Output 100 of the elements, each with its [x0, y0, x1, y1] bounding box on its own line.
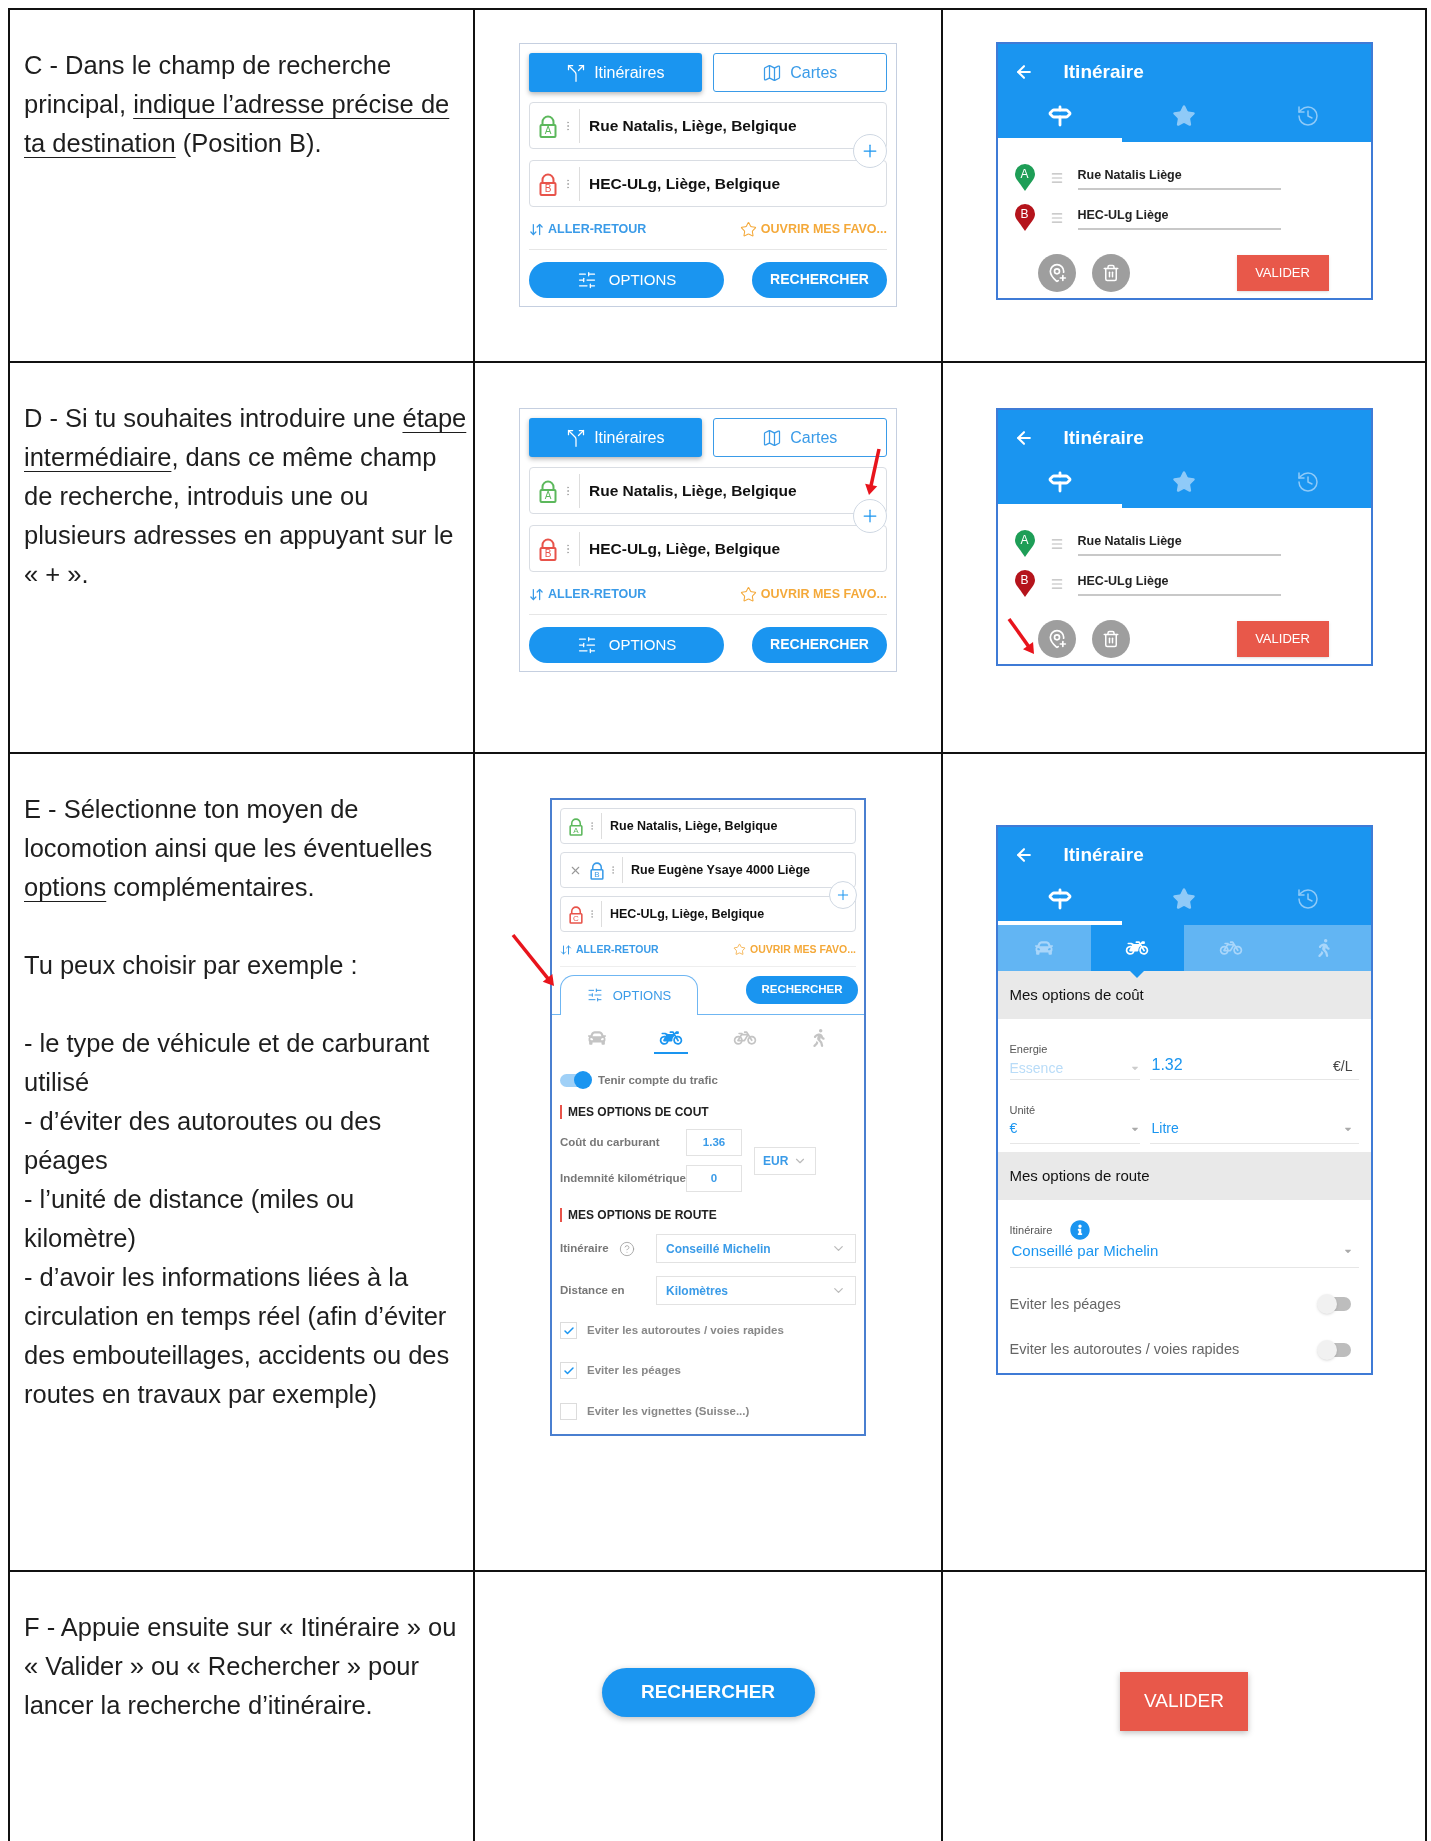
mode-tab[interactable]: Cartes [712, 418, 887, 457]
search-button[interactable]: RECHERCHER [752, 261, 887, 298]
pin-letter: B [1019, 573, 1030, 587]
route-select[interactable]: Conseillé Michelin [656, 1234, 856, 1263]
address-field[interactable]: C HEC-ULg, Liège, Belgique [560, 896, 856, 932]
check-icon [562, 1364, 575, 1377]
add-stop-button[interactable] [1037, 620, 1076, 658]
toggle-switch[interactable] [560, 1073, 590, 1087]
route-select[interactable]: Conseillé par Michelin [1009, 1240, 1359, 1268]
round-trip-link[interactable]: ALLER-RETOUR [529, 585, 647, 604]
address-field[interactable]: HEC-ULg Liège [1077, 572, 1281, 596]
screen-title: Itinéraire [1063, 842, 1144, 867]
mode-tab[interactable]: Itinéraires [529, 418, 702, 457]
address-field[interactable]: Rue Natalis Liège [1077, 166, 1281, 190]
motorcycle-icon [1125, 939, 1150, 957]
field-label: Coût du carburant [560, 1134, 661, 1150]
bicycle-icon [1218, 939, 1243, 957]
checkbox[interactable] [560, 1402, 577, 1420]
address-field[interactable]: A Rue Natalis, Liège, Belgique [560, 808, 856, 844]
star-icon [1172, 887, 1196, 911]
checkbox-label: Eviter les autoroutes / voies rapides [587, 1323, 784, 1338]
round-trip-link[interactable]: ALLER-RETOUR [560, 942, 659, 958]
section-heading: Mes options de coût [997, 971, 1371, 1019]
history-icon [1296, 887, 1321, 911]
field-label: Indemnité kilométrique [560, 1170, 686, 1186]
list-item-text: - d’éviter des autoroutes ou des péages [24, 1106, 383, 1176]
pin-letter: A [572, 825, 580, 835]
info-icon[interactable] [1070, 1220, 1091, 1240]
address-text: HEC-ULg, Liège, Belgique [589, 538, 781, 559]
address-text: HEC-ULg, Liège, Belgique [589, 173, 781, 194]
validate-button[interactable]: VALIDER [1236, 255, 1329, 291]
mode-tab[interactable]: Cartes [712, 53, 887, 92]
checkbox-label: Eviter les vignettes (Suisse...) [587, 1403, 750, 1419]
list-item-text: - le type de véhicule et de carburant utilisé [24, 1028, 431, 1098]
instruction-text: D - Si tu souhaites introduire une étape intermédiaire, dans ce même champ de recherche, introduis une ou plusieurs adresses en appuyant sur le « + ». [24, 403, 467, 590]
number-field[interactable]: 0 [686, 1165, 742, 1192]
checkbox[interactable] [560, 1322, 577, 1340]
map-icon [762, 62, 783, 83]
round-trip-link[interactable]: ALLER-RETOUR [529, 220, 647, 239]
number-field[interactable]: 1.36 [686, 1129, 742, 1156]
traffic-label: Tenir compte du trafic [598, 1072, 718, 1088]
favorites-link[interactable]: OUVRIR MES FAVO... [739, 220, 887, 239]
options-button[interactable]: OPTIONS [529, 261, 724, 298]
help-icon[interactable] [618, 1240, 635, 1257]
toggle-switch[interactable] [1320, 1343, 1351, 1358]
delete-button[interactable] [1091, 254, 1130, 292]
address-field[interactable]: HEC-ULg Liège [1077, 206, 1281, 230]
options-tab[interactable]: OPTIONS [560, 974, 698, 1015]
map-icon [762, 427, 783, 448]
instruction-text: C - Dans le champ de recherche principal, indique l’adresse précise de ta destination (Position B). [24, 50, 451, 159]
distance-select[interactable]: Kilomètres [656, 1276, 856, 1305]
address-text: Rue Natalis, Liège, Belgique [589, 115, 797, 136]
address-text: Rue Eugène Ysaye 4000 Liège [631, 861, 811, 879]
pin-letter: A [1019, 533, 1030, 547]
pin-letter: B [543, 182, 553, 194]
add-stop-button[interactable] [1037, 254, 1076, 292]
check-icon [562, 1324, 575, 1337]
mode-tab[interactable]: Itinéraires [529, 53, 702, 92]
address-field[interactable]: B Rue Eugène Ysaye 4000 Liège [560, 852, 856, 888]
sliders-icon [576, 634, 597, 655]
swap-icon [560, 943, 572, 956]
section-heading: MES OPTIONS DE COUT [560, 1105, 856, 1119]
toggle-label: Eviter les péages [1009, 1294, 1121, 1314]
fork-arrow-icon [566, 62, 587, 83]
checkbox-label: Eviter les péages [587, 1363, 681, 1379]
field-label: Distance en [560, 1282, 625, 1298]
address-field[interactable]: B HEC-ULg, Liège, Belgique [529, 525, 887, 572]
currency-select[interactable]: EUR [754, 1146, 816, 1175]
list-item-text: - d’avoir les informations liées à la circulation en temps réel (afin d’éviter des embouteillages, accidents ou des routes en travaux par exemple) [24, 1262, 451, 1410]
toggle-switch[interactable] [1320, 1297, 1351, 1312]
address-field[interactable]: Rue Natalis Liège [1077, 532, 1281, 556]
trash-icon [1101, 630, 1120, 648]
currency-select[interactable]: € [1009, 1118, 1140, 1144]
pin-letter: A [543, 124, 553, 136]
screen-title: Itinéraire [1063, 425, 1144, 450]
options-button[interactable]: OPTIONS [529, 626, 724, 663]
delete-button[interactable] [1091, 620, 1130, 658]
address-text: Rue Natalis, Liège, Belgique [610, 817, 778, 835]
field-label: Itinéraire [1009, 1222, 1053, 1238]
star-icon [733, 943, 746, 957]
validate-button[interactable]: VALIDER [1236, 621, 1329, 657]
transport-mode-tab[interactable] [1090, 925, 1184, 971]
search-button[interactable]: RECHERCHER [601, 1668, 815, 1717]
field-label: Unité [1009, 1102, 1037, 1118]
search-button[interactable]: RECHERCHER [752, 626, 887, 663]
address-field[interactable]: A Rue Natalis, Liège, Belgique [529, 467, 887, 514]
pin-letter: A [543, 489, 553, 501]
checkbox[interactable] [560, 1362, 577, 1380]
price-field[interactable]: 1.32 €/L [1149, 1041, 1359, 1080]
instruction-text: Tu peux choisir par exemple : [24, 950, 359, 981]
address-field[interactable]: B HEC-ULg, Liège, Belgique [529, 160, 887, 207]
search-button[interactable]: RECHERCHER [746, 975, 858, 1004]
volume-select[interactable]: Litre [1149, 1118, 1359, 1144]
validate-button[interactable]: VALIDER [1120, 1672, 1248, 1731]
instruction-text: F - Appuie ensuite sur « Itinéraire » ou « Valider » ou « Rechercher » pour lancer la recherche d’itinéraire. [24, 1612, 458, 1721]
favorites-link[interactable]: OUVRIR MES FAVO... [739, 585, 887, 604]
instruction-text: E - Sélectionne ton moyen de locomotion ainsi que les éventuelles options complémentaires. [24, 794, 434, 903]
address-field[interactable]: A Rue Natalis, Liège, Belgique [529, 102, 887, 149]
favorites-link[interactable]: OUVRIR MES FAVO... [733, 942, 856, 958]
pin-letter: C [572, 913, 580, 923]
